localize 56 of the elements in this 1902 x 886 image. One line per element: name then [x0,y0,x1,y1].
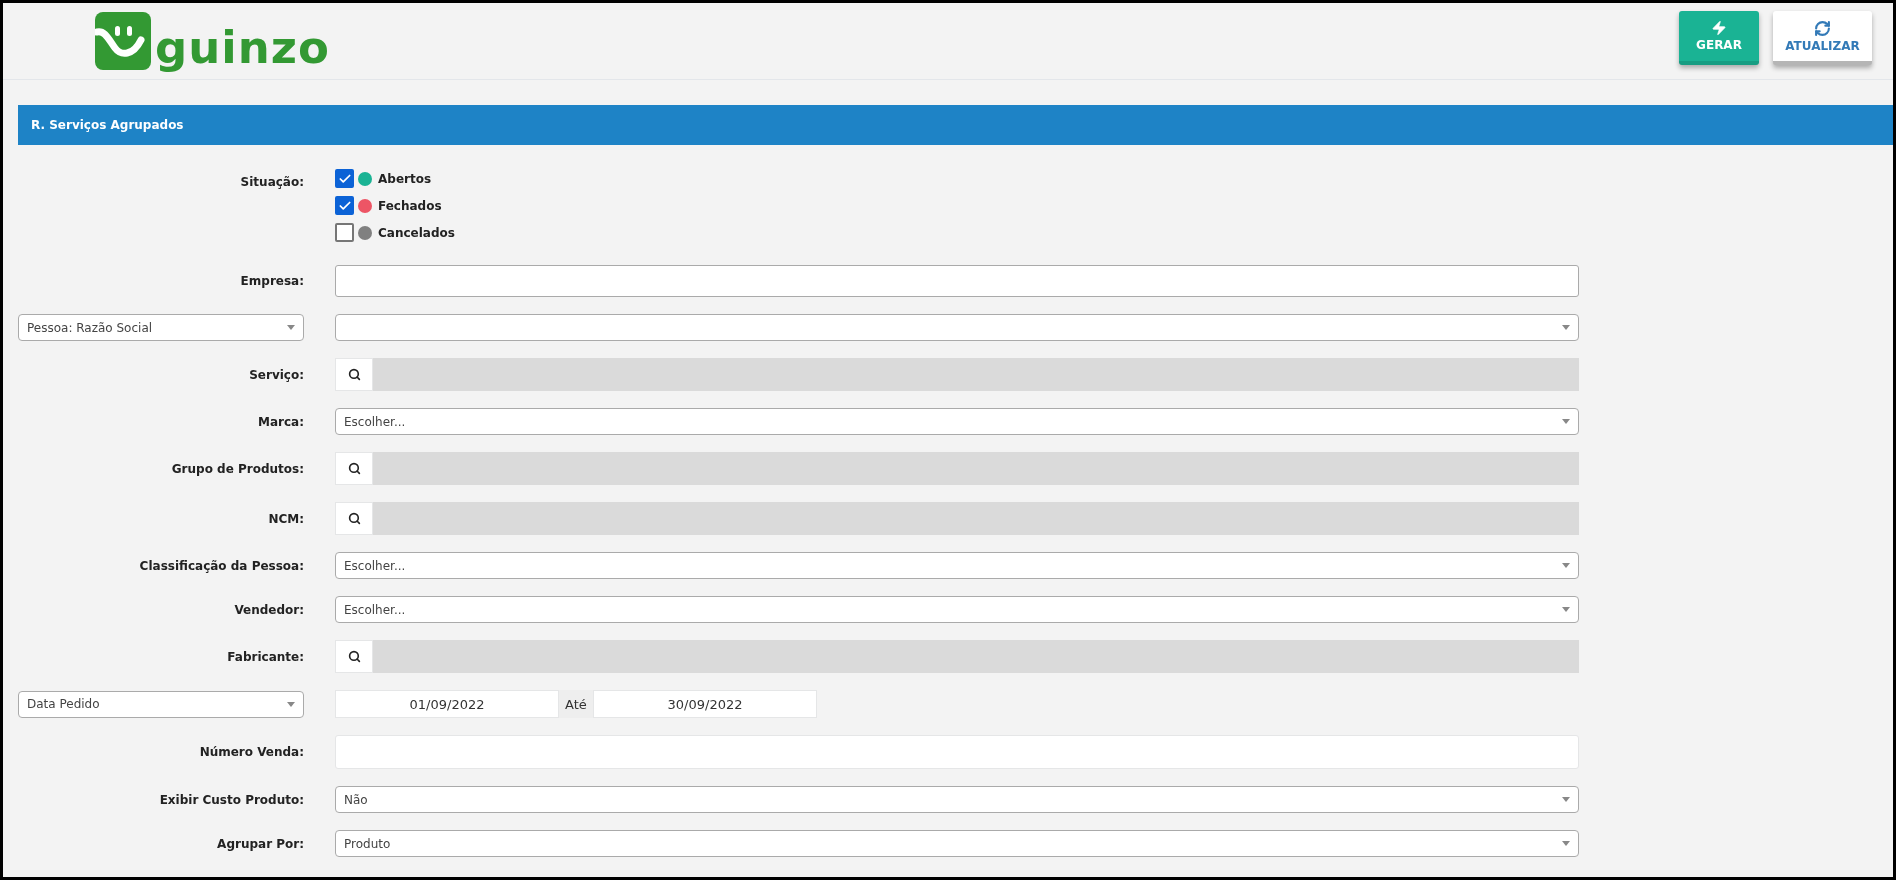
checkbox[interactable] [335,223,354,242]
search-button[interactable] [335,358,373,391]
panel-title: R. Serviços Agrupados [31,118,184,132]
field-type-select[interactable]: Data Pedido [18,690,304,718]
field-label: Número Venda: [199,745,304,759]
field-label: Vendedor: [234,602,304,617]
input-field[interactable] [335,265,1579,297]
search-icon [347,650,361,663]
field-label: Serviço: [249,367,304,382]
select-field[interactable] [335,314,1579,341]
caret-icon [1562,419,1570,424]
date-field[interactable]: 30/09/2022 [593,690,817,718]
checkbox-label: Cancelados [378,225,455,240]
field-label: Fabricante: [227,649,304,664]
select-field[interactable]: Não [335,786,1579,813]
search-button[interactable] [335,502,373,535]
caret-icon [287,325,295,330]
select-field[interactable]: Escolher... [335,596,1579,623]
search-button[interactable] [335,640,373,673]
caret-icon [1562,797,1570,802]
checkbox-label: Abertos [378,171,432,186]
checkbox-label: Fechados [378,198,442,213]
caret-icon [1562,563,1570,568]
select-field[interactable]: Escolher... [335,552,1579,579]
refresh-button[interactable]: ATUALIZAR [1773,11,1872,65]
caret-icon [1562,325,1570,330]
field-label: Situação: [240,175,304,189]
lookup-field[interactable] [373,502,1579,535]
lookup-field[interactable] [373,452,1579,485]
caret-icon [1562,841,1570,846]
range-separator: Até [559,690,593,718]
logo-text: guinzo [155,25,330,70]
caret-icon [1562,607,1570,612]
search-icon [347,462,361,475]
checkbox[interactable] [335,196,354,215]
search-icon [347,368,361,381]
refresh-icon [1814,19,1831,37]
checkbox[interactable] [335,169,354,188]
field-label: Agrupar Por: [217,836,304,851]
field-label: Exibir Custo Produto: [159,792,304,807]
field-label: Empresa: [240,274,304,288]
field-label: Grupo de Produtos: [171,461,304,476]
lookup-field[interactable] [373,358,1579,391]
search-button[interactable] [335,452,373,485]
field-label: Classificação da Pessoa: [139,558,304,573]
select-field[interactable]: Escolher... [335,408,1579,435]
lookup-field[interactable] [373,640,1579,673]
search-icon [347,512,361,525]
field-type-select[interactable]: Pessoa: Razão Social [18,314,304,341]
lightning-icon [1711,20,1727,36]
select-field[interactable]: Produto [335,830,1579,857]
field-label: Marca: [258,414,304,429]
caret-icon [287,701,295,707]
date-field[interactable]: 01/09/2022 [335,690,559,718]
smiley-logo-icon [95,12,151,70]
field-label: NCM: [268,511,304,526]
